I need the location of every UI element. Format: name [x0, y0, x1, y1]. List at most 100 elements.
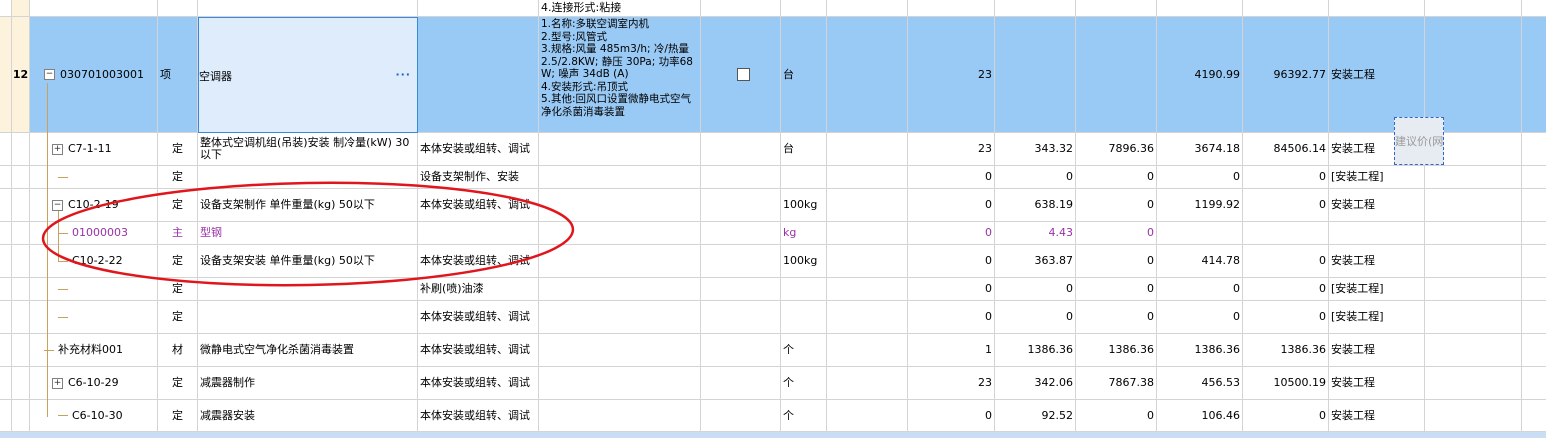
composite-price-cell[interactable] [1157, 0, 1243, 16]
type-cell[interactable] [158, 0, 198, 16]
unit-price-cell[interactable]: 342.06 [995, 367, 1076, 399]
work-content-cell[interactable]: 设备支架制作、安装 [418, 166, 539, 188]
unit-price-cell[interactable] [995, 17, 1076, 132]
work-content-cell[interactable]: 本体安装或组转、调试 [418, 400, 539, 431]
composite-price-cell[interactable]: 0 [1157, 301, 1243, 333]
labor-cell[interactable]: 0 [1076, 278, 1157, 300]
table-row[interactable]: C10-2-22 定 设备支架安装 单件重量(kg) 50以下 本体安装或组转、… [0, 245, 1546, 278]
feature-cell[interactable] [539, 133, 701, 165]
unit-price-cell[interactable] [995, 0, 1076, 16]
total-cell[interactable]: 0 [1243, 278, 1329, 300]
collapse-icon[interactable]: − [44, 69, 55, 80]
work-content-cell[interactable] [418, 222, 539, 244]
quantity-cell[interactable]: 1 [908, 334, 995, 366]
quantity-cell[interactable]: 23 [908, 17, 995, 132]
labor-cell[interactable] [1076, 17, 1157, 132]
labor-cell[interactable]: 0 [1076, 166, 1157, 188]
more-button[interactable]: ··· [395, 68, 411, 81]
name-editor-value[interactable]: 空调器 [199, 68, 232, 84]
name-cell[interactable]: 减震器制作 [198, 367, 418, 399]
category-cell[interactable] [1329, 0, 1425, 16]
work-content-cell[interactable]: 本体安装或组转、调试 [418, 367, 539, 399]
table-row[interactable]: 定 设备支架制作、安装 0 0 0 0 0 [安装工程] [0, 166, 1546, 189]
unit-price-cell[interactable]: 0 [995, 301, 1076, 333]
category-cell[interactable]: 安装工程 [1329, 367, 1425, 399]
type-cell[interactable]: 定 [158, 278, 198, 300]
type-cell[interactable]: 材 [158, 334, 198, 366]
expand-icon[interactable]: + [52, 377, 63, 389]
table-row[interactable]: 01000003 主 型钢 kg 0 4.43 0 [0, 222, 1546, 245]
quantity-cell[interactable]: 0 [908, 222, 995, 244]
unit-cell[interactable]: 台 [781, 17, 827, 132]
table-row[interactable]: 补充材料001 材 微静电式空气净化杀菌消毒装置 本体安装或组转、调试 个 1 … [0, 334, 1546, 367]
name-cell[interactable] [198, 278, 418, 300]
feature-cell[interactable]: 1.名称:多联空调室内机 2.型号:风管式 3.规格:风量 485m3/h; 冷… [539, 17, 701, 132]
unit-price-cell[interactable]: 4.43 [995, 222, 1076, 244]
total-cell[interactable] [1243, 0, 1329, 16]
total-cell[interactable]: 0 [1243, 245, 1329, 277]
feature-cell[interactable] [539, 301, 701, 333]
feature-cell[interactable] [539, 166, 701, 188]
code-cell[interactable]: − 030701003001 [30, 17, 158, 132]
unit-cell[interactable]: 个 [781, 334, 827, 366]
quantity-cell[interactable]: 0 [908, 166, 995, 188]
unit-cell[interactable]: 个 [781, 400, 827, 431]
category-cell[interactable]: [安装工程] [1329, 301, 1425, 333]
name-cell[interactable] [198, 301, 418, 333]
code-cell[interactable]: 01000003 [30, 222, 158, 244]
unit-cell[interactable] [781, 278, 827, 300]
expand-icon[interactable]: + [52, 143, 63, 155]
feature-cell[interactable] [539, 367, 701, 399]
work-content-cell[interactable]: 本体安装或组转、调试 [418, 189, 539, 221]
name-cell[interactable]: 设备支架安装 单件重量(kg) 50以下 [198, 245, 418, 277]
table-row[interactable]: C6-10-30 定 减震器安装 本体安装或组转、调试 个 0 92.52 0 … [0, 400, 1546, 432]
type-cell[interactable]: 项 [158, 17, 198, 132]
unit-cell[interactable] [781, 0, 827, 16]
total-cell[interactable] [1243, 222, 1329, 244]
type-cell[interactable]: 定 [158, 400, 198, 431]
work-content-cell[interactable] [418, 0, 539, 16]
unit-cell[interactable]: 100kg [781, 189, 827, 221]
labor-cell[interactable]: 1386.36 [1076, 334, 1157, 366]
feature-cell[interactable] [539, 278, 701, 300]
feature-cell[interactable] [539, 400, 701, 431]
quantity-cell[interactable]: 0 [908, 400, 995, 431]
composite-price-cell[interactable]: 456.53 [1157, 367, 1243, 399]
name-cell[interactable]: 设备支架制作 单件重量(kg) 50以下 [198, 189, 418, 221]
total-cell[interactable]: 0 [1243, 166, 1329, 188]
unit-price-cell[interactable]: 343.32 [995, 133, 1076, 165]
collapse-icon[interactable]: − [52, 199, 63, 211]
table-row[interactable]: 4.连接形式:粘接 [0, 0, 1546, 17]
unit-cell[interactable]: 台 [781, 133, 827, 165]
labor-cell[interactable]: 7896.36 [1076, 133, 1157, 165]
labor-cell[interactable]: 7867.38 [1076, 367, 1157, 399]
unit-cell[interactable] [781, 166, 827, 188]
labor-cell[interactable]: 0 [1076, 245, 1157, 277]
name-cell[interactable] [198, 166, 418, 188]
category-cell[interactable]: 安装工程 [1329, 189, 1425, 221]
category-cell[interactable]: 安装工程 [1329, 334, 1425, 366]
labor-cell[interactable]: 0 [1076, 189, 1157, 221]
category-cell[interactable]: 安装工程 [1329, 400, 1425, 431]
table-row[interactable]: 定 补刷(喷)油漆 0 0 0 0 0 [安装工程] [0, 278, 1546, 301]
quantity-cell[interactable]: 0 [908, 189, 995, 221]
labor-cell[interactable]: 0 [1076, 400, 1157, 431]
table-row[interactable]: 定 本体安装或组转、调试 0 0 0 0 0 [安装工程] [0, 301, 1546, 334]
unit-cell[interactable] [781, 301, 827, 333]
type-cell[interactable]: 主 [158, 222, 198, 244]
total-cell[interactable]: 10500.19 [1243, 367, 1329, 399]
name-cell[interactable]: 微静电式空气净化杀菌消毒装置 [198, 334, 418, 366]
feature-cell[interactable] [539, 189, 701, 221]
code-cell[interactable] [30, 166, 158, 188]
name-cell[interactable]: 减震器安装 [198, 400, 418, 431]
composite-price-cell[interactable]: 414.78 [1157, 245, 1243, 277]
unit-price-cell[interactable]: 363.87 [995, 245, 1076, 277]
composite-price-cell[interactable]: 4190.99 [1157, 17, 1243, 132]
code-cell[interactable]: − C10-2-19 [30, 189, 158, 221]
category-cell[interactable] [1329, 222, 1425, 244]
name-cell[interactable]: 整体式空调机组(吊装)安装 制冷量(kW) 30以下 [198, 133, 418, 165]
type-cell[interactable]: 定 [158, 245, 198, 277]
category-cell[interactable]: [安装工程] [1329, 166, 1425, 188]
code-cell[interactable]: + C7-1-11 [30, 133, 158, 165]
table-row[interactable]: + C7-1-11 定 整体式空调机组(吊装)安装 制冷量(kW) 30以下 本… [0, 133, 1546, 166]
